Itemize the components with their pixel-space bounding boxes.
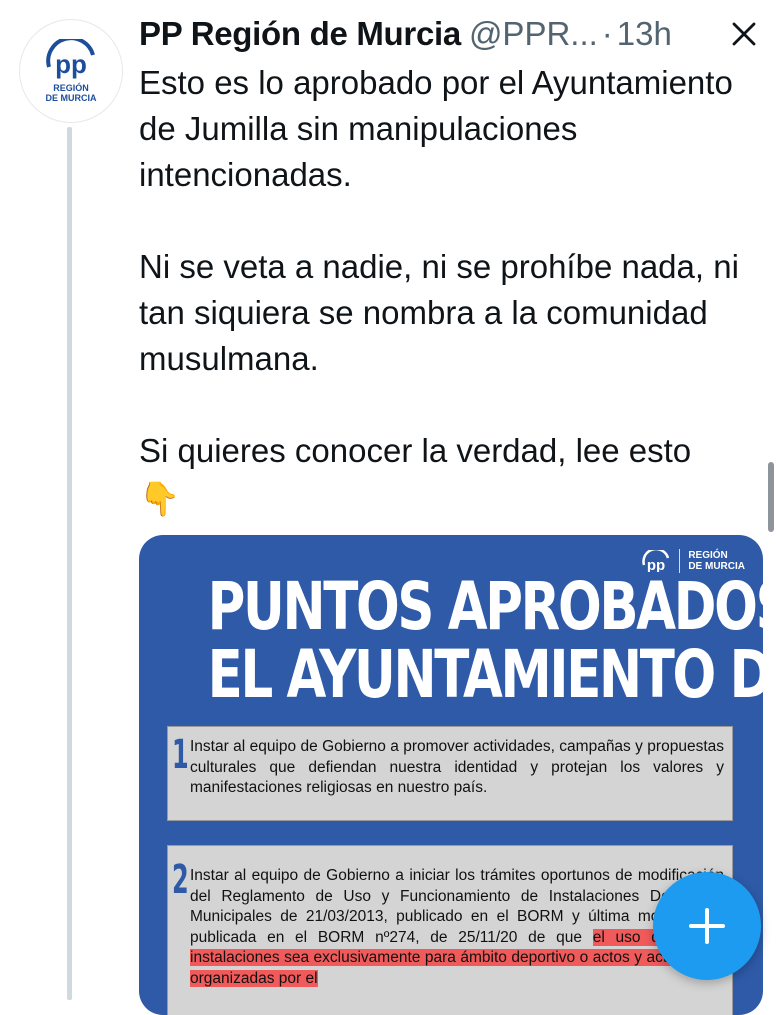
thread-line: [67, 127, 72, 1000]
svg-text:pp: pp: [55, 49, 87, 79]
author-handle[interactable]: @PPR...: [469, 15, 598, 53]
point-1-number: 1: [172, 732, 189, 778]
pp-logo-icon: pp: [43, 39, 99, 79]
avatar-brand-text: REGIÓN DE MURCIA: [45, 83, 97, 103]
author-name[interactable]: PP Región de Murcia: [139, 15, 461, 53]
poster-title: PUNTOS APROBADOS POR EL AYUNTAMIENTO DE …: [207, 568, 763, 713]
point-1-text: Instar al equipo de Gobierno a promover …: [190, 738, 724, 796]
tweet-paragraph-2: Ni se veta a nadie, ni se prohíbe nada, …: [139, 248, 739, 377]
compose-button[interactable]: [653, 872, 761, 980]
point-2-panel: 2 Instar al equipo de Gobierno a iniciar…: [167, 845, 733, 1015]
tweet-header: PP Región de Murcia @PPR... · 13h: [139, 12, 739, 56]
plus-icon: [689, 908, 725, 944]
close-button[interactable]: [724, 14, 764, 54]
close-icon: [732, 22, 756, 46]
point-2-text: Instar al equipo de Gobierno a iniciar l…: [190, 867, 724, 987]
pointing-down-emoji: 👇: [139, 480, 181, 517]
tweet-paragraph-3: Si quieres conocer la verdad, lee esto: [139, 432, 692, 469]
tweet-paragraph-1: Esto es lo aprobado por el Ayuntamiento …: [139, 64, 733, 193]
tweet-text: Esto es lo aprobado por el Ayuntamiento …: [139, 60, 759, 522]
point-2-number: 2: [172, 857, 189, 903]
separator-dot: ·: [601, 15, 613, 52]
avatar[interactable]: pp REGIÓN DE MURCIA: [19, 19, 123, 123]
point-1-panel: 1 Instar al equipo de Gobierno a promove…: [167, 726, 733, 821]
scrollbar-thumb[interactable]: [768, 462, 774, 532]
timestamp[interactable]: 13h: [617, 15, 672, 53]
